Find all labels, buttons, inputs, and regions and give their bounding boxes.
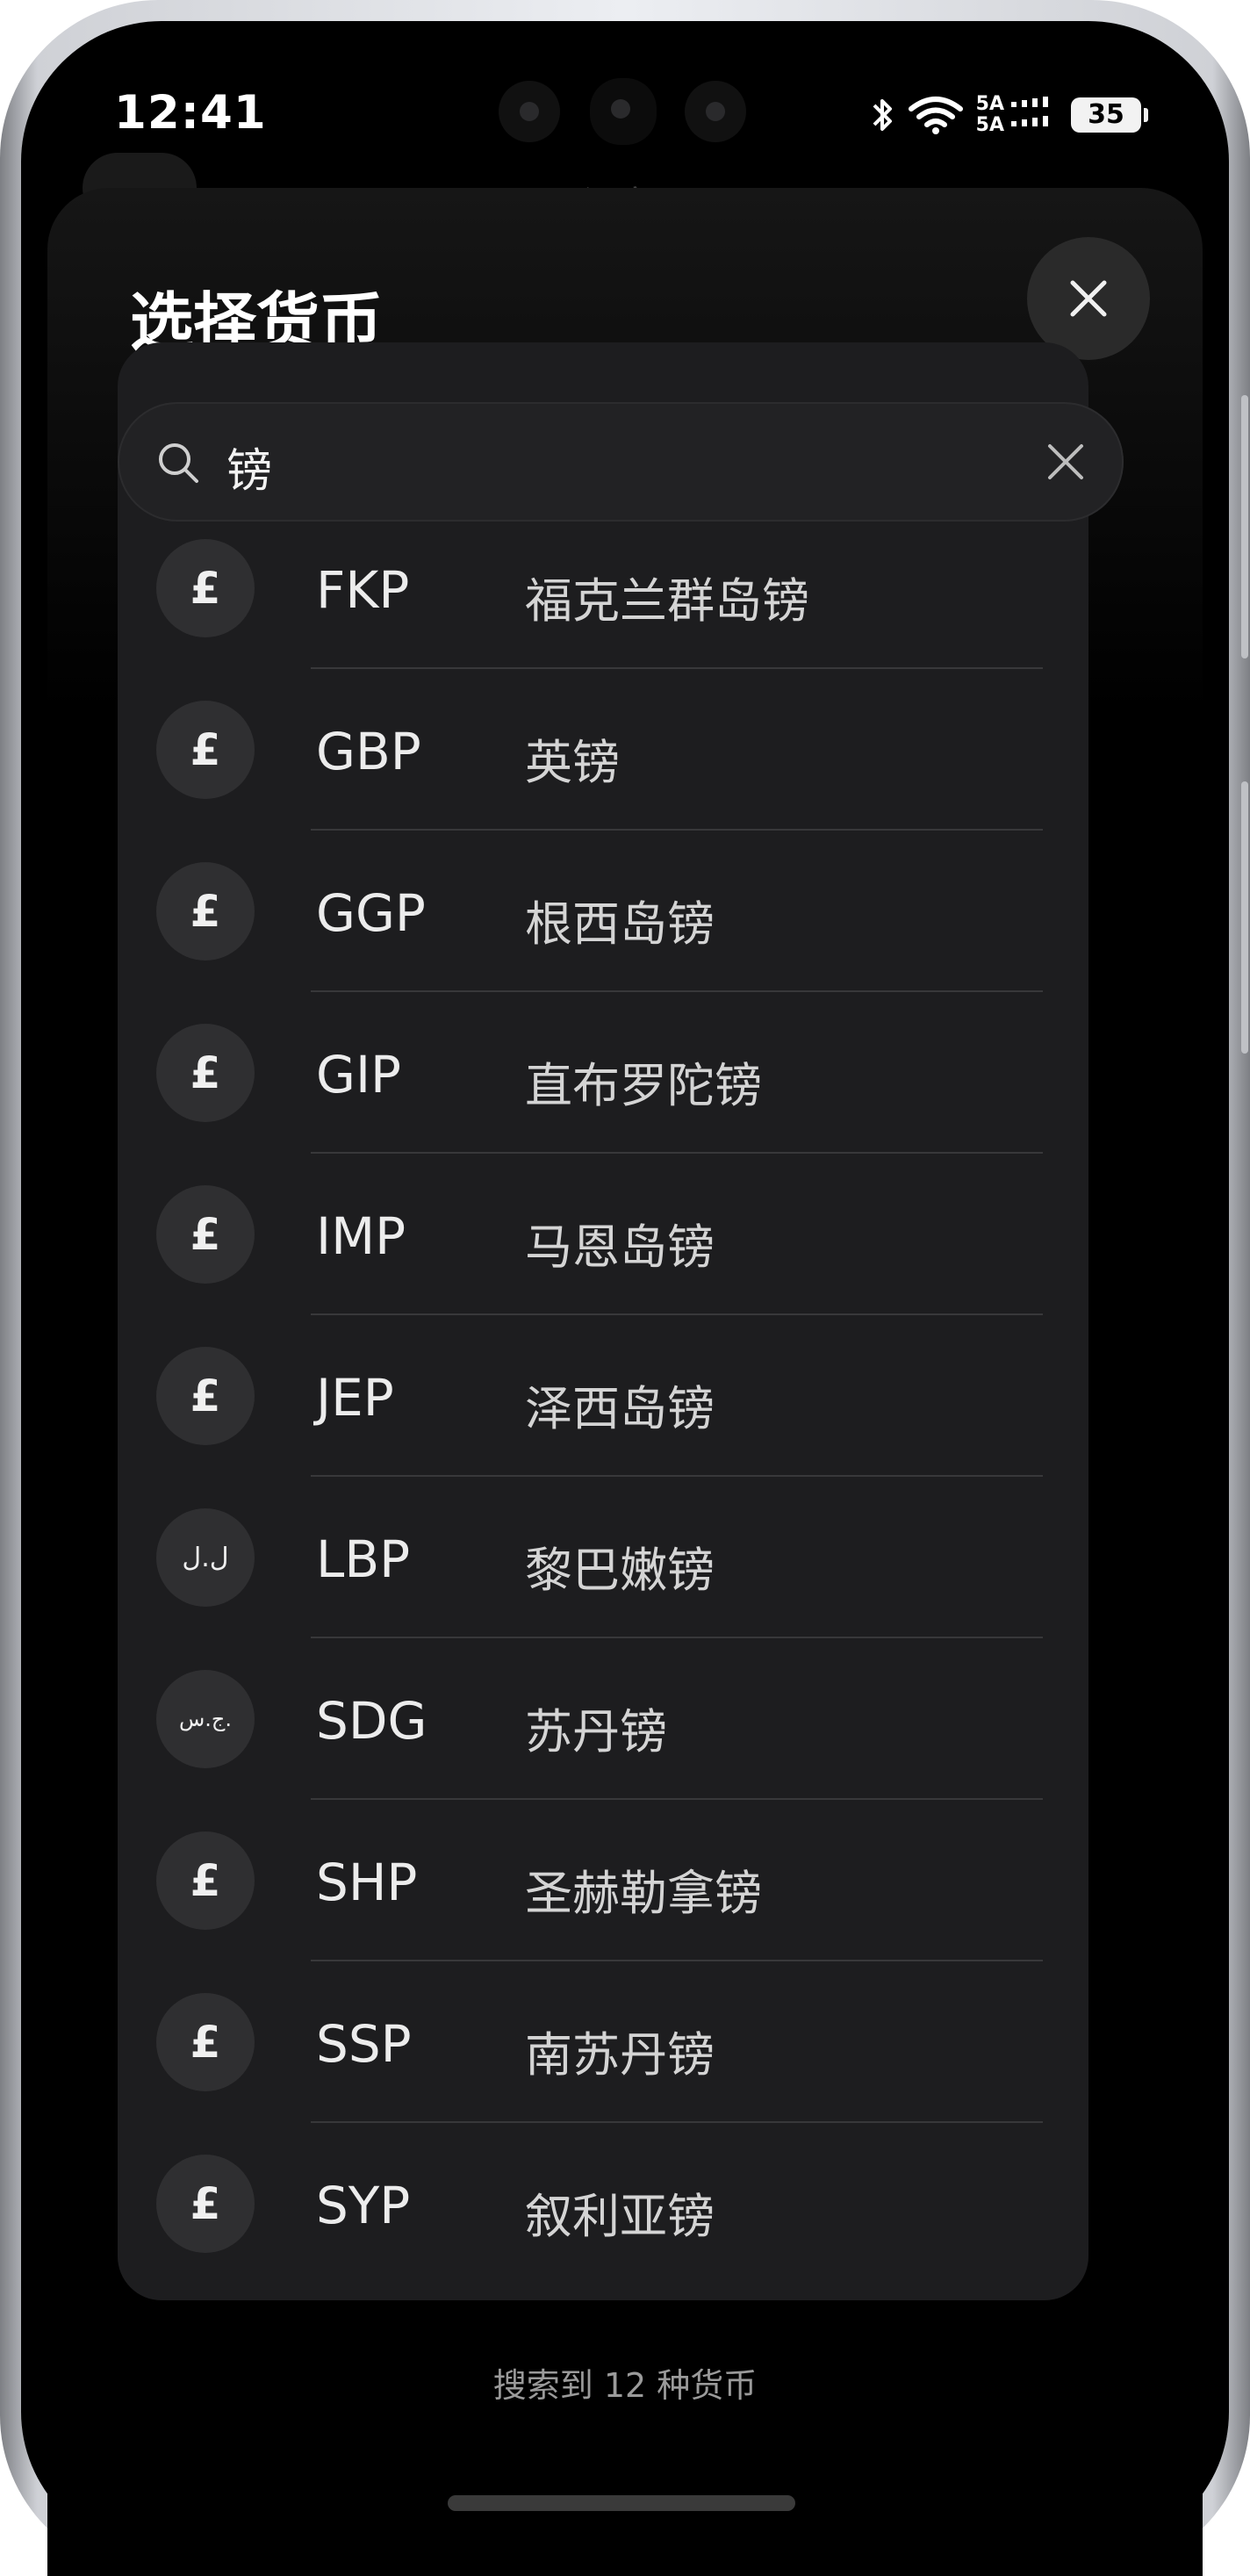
search-field[interactable]: 镑 <box>118 402 1124 522</box>
currency-symbol: £ <box>156 1347 255 1445</box>
currency-row[interactable]: £ SSP 南苏丹镑 <box>118 1961 1088 2123</box>
currency-code: GBP <box>316 722 421 781</box>
currency-code: SHP <box>316 1853 418 1912</box>
currency-symbol: ج.س. <box>156 1670 255 1768</box>
currency-symbol: £ <box>156 701 255 799</box>
close-button[interactable] <box>1027 237 1150 360</box>
currency-name: 直布罗陀镑 <box>525 1058 762 1113</box>
home-indicator[interactable] <box>448 2495 795 2511</box>
currency-name: 圣赫勒拿镑 <box>525 1866 762 1921</box>
currency-symbol: £ <box>156 1993 255 2091</box>
currency-row[interactable]: £ GBP 英镑 <box>118 669 1088 831</box>
status-icons: 5A 5A 35 <box>869 93 1148 137</box>
signal-icon: 5A 5A <box>976 95 1059 135</box>
currency-code: SYP <box>316 2176 411 2235</box>
volume-button <box>1241 395 1248 658</box>
search-input[interactable]: 镑 <box>226 434 272 500</box>
currency-name: 英镑 <box>525 735 620 790</box>
currency-name: 苏丹镑 <box>525 1704 667 1759</box>
currency-code: LBP <box>316 1529 411 1589</box>
network-label-1: 5A <box>975 93 1004 115</box>
currency-name: 南苏丹镑 <box>525 2027 715 2083</box>
currency-code: SSP <box>316 2014 412 2074</box>
currency-row[interactable]: ل.ل LBP 黎巴嫩镑 <box>118 1477 1088 1638</box>
sensor-right <box>685 81 746 142</box>
currency-name: 叙利亚镑 <box>525 2189 715 2244</box>
status-time: 12:41 <box>114 86 267 140</box>
currency-symbol: £ <box>156 539 255 637</box>
currency-row[interactable]: £ GGP 根西岛镑 <box>118 831 1088 992</box>
currency-code: IMP <box>316 1206 406 1266</box>
currency-name: 根西岛镑 <box>525 896 715 952</box>
currency-code: GGP <box>316 883 426 943</box>
currency-row[interactable]: ج.س. SDG 苏丹镑 <box>118 1638 1088 1800</box>
currency-row[interactable]: £ SYP 叙利亚镑 <box>118 2123 1088 2285</box>
currency-name: 马恩岛镑 <box>525 1220 715 1275</box>
currency-row[interactable]: £ GIP 直布罗陀镑 <box>118 992 1088 1154</box>
currency-row[interactable]: £ JEP 泽西岛镑 <box>118 1315 1088 1477</box>
currency-symbol: £ <box>156 1185 255 1284</box>
clear-icon[interactable] <box>1045 441 1087 483</box>
search-icon <box>159 443 198 483</box>
currency-name: 泽西岛镑 <box>525 1381 715 1436</box>
currency-symbol: £ <box>156 862 255 961</box>
currency-code: SDG <box>316 1691 427 1751</box>
network-label-2: 5A <box>975 114 1004 136</box>
currency-list: £ FKP 福克兰群岛镑 £ GBP 英镑 £ GGP 根西岛镑 £ GIP 直… <box>118 507 1088 2285</box>
sensor-left <box>499 81 560 142</box>
currency-row[interactable]: £ FKP 福克兰群岛镑 <box>118 507 1088 669</box>
power-button <box>1241 781 1248 1054</box>
currency-symbol: £ <box>156 1024 255 1122</box>
currency-symbol: £ <box>156 2155 255 2253</box>
close-icon <box>1070 280 1107 317</box>
battery-icon: 35 <box>1071 97 1148 133</box>
wifi-icon <box>908 97 963 134</box>
currency-symbol: ل.ل <box>156 1508 255 1607</box>
bluetooth-icon <box>873 99 892 131</box>
currency-code: JEP <box>316 1368 394 1428</box>
front-camera <box>590 78 657 145</box>
currency-name: 黎巴嫩镑 <box>525 1543 715 1598</box>
currency-row[interactable]: £ SHP 圣赫勒拿镑 <box>118 1800 1088 1961</box>
currency-row[interactable]: £ IMP 马恩岛镑 <box>118 1154 1088 1315</box>
result-count: 搜索到 12 种货币 <box>492 2366 758 2405</box>
currency-code: GIP <box>316 1045 402 1105</box>
currency-code: FKP <box>316 560 410 620</box>
currency-name: 福克兰群岛镑 <box>525 573 809 629</box>
currency-symbol: £ <box>156 1831 255 1930</box>
